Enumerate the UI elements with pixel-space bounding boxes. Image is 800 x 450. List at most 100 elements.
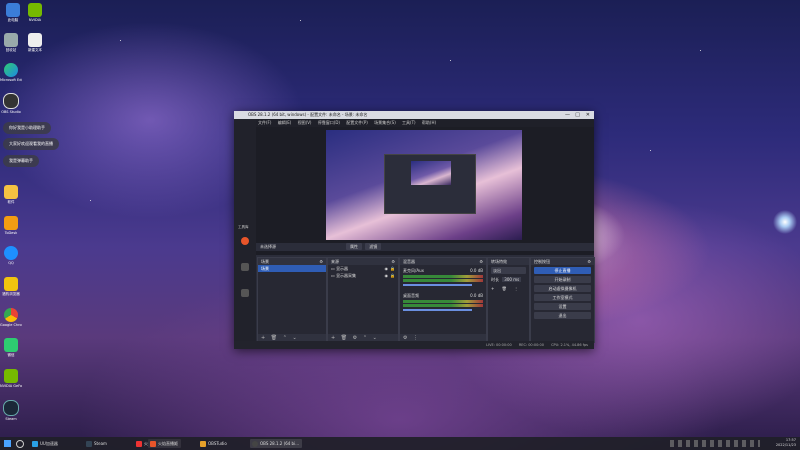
taskbar-item[interactable]: UU加速器 [30,439,61,448]
transitions-dock: 转场特效 淡出 时长 300 ms + 🗑 ⋮ [487,257,530,343]
mixer-title: 混音器 [403,259,415,264]
desktop-icon-chrome[interactable]: Google Chrome [0,308,22,327]
exit-button[interactable]: 退出 [534,312,591,319]
desktop-icon-wechat[interactable]: 微信 [0,338,22,358]
volume-meter [403,300,483,303]
source-item[interactable]: ▭ 显示器 ◉ 🔒 [328,265,398,272]
desktop-icon-browser[interactable]: 猎豹浏览器 [0,277,22,297]
steam-icon [86,440,92,447]
more-icon[interactable]: ⋮ [514,286,518,291]
dock-settings-icon[interactable]: ⚙ [319,258,323,265]
maximize-button[interactable]: □ [575,111,580,119]
nested-preview-canvas [411,161,451,185]
search-icon[interactable] [16,440,24,448]
filters-button[interactable]: 滤镜 [365,243,382,250]
mixer-channel: 麦克风/Aux 0.0 dB [400,265,486,286]
start-recording-button[interactable]: 开始录制 [534,276,591,283]
chat-bubble: 大家好欢迎观看我的直播 [3,138,59,150]
volume-meter [403,279,483,282]
close-button[interactable]: ✕ [586,111,590,119]
volume-slider[interactable] [403,309,472,311]
properties-button[interactable]: 属性 [346,243,362,250]
taskbar-item[interactable]: Steam [84,439,110,448]
controls-title: 控制按钮 [534,259,550,264]
source-label: 显示器采集 [336,273,357,278]
duration-input[interactable]: 300 ms [502,277,522,282]
lock-icon[interactable]: 🔒 [390,265,395,272]
taskbar-item[interactable]: 火焰直播姬 [148,439,181,448]
menu-docks[interactable]: 停靠窗口(D) [318,120,340,125]
source-item[interactable]: ▭ 显示器采集 ◉ 🔒 [328,272,398,279]
channel-db: 0.0 dB [470,293,483,298]
menu-bar: 文件(F) 编辑(E) 视图(V) 停靠窗口(D) 配置文件(P) 场景集合(S… [234,119,594,127]
controls-dock-header: 控制按钮 ⚙ [531,258,594,265]
scene-item[interactable]: 场景 [258,265,326,272]
visibility-icon[interactable]: ◉ [385,272,389,279]
taskbar-item[interactable]: OBS 28.1.2 (64 bi... [250,439,303,448]
taskbar-item[interactable]: OBSTudio [198,439,230,448]
desktop-icon-steam[interactable]: Steam [0,400,22,421]
window-titlebar[interactable]: OBS 28.1.2 (64 bit, windows) - 配置文件: 未命名… [234,111,594,119]
volume-meter [403,304,483,307]
taskbar-item-label: OBS 28.1.2 (64 bi... [260,441,300,446]
desktop-icon-edge[interactable]: Microsoft Edge [0,63,22,82]
minimize-button[interactable]: — [565,111,570,119]
app-icon [32,440,38,447]
app-icon [200,440,206,447]
volume-meter [403,275,483,278]
menu-scene-collection[interactable]: 场景集合(S) [374,120,396,125]
menu-file[interactable]: 文件(F) [258,120,271,125]
menu-view[interactable]: 视图(V) [298,120,312,125]
lock-icon[interactable]: 🔒 [390,272,395,279]
start-virtual-camera-button[interactable]: 启动虚拟摄像机 [534,285,591,292]
sources-title: 来源 [331,259,339,264]
preview-area[interactable] [256,127,594,255]
desktop-icon-this-pc[interactable]: 此电脑 [2,3,24,23]
obs-icon [3,93,19,109]
obs-window[interactable]: OBS 28.1.2 (64 bit, windows) - 配置文件: 未命名… [234,111,595,349]
sources-dock-header: 来源 ⚙ [328,258,398,265]
left-strip-label: 工具库 [238,225,249,229]
remove-icon[interactable]: 🗑 [502,286,507,291]
desktop-icon-nvidia-geforce[interactable]: NVIDIA GeForce [0,369,22,388]
chat-bubble: 你好我是小助理助手 [3,122,51,134]
channel-db: 0.0 dB [470,268,483,273]
steam-icon [3,400,19,416]
add-icon[interactable]: + [491,286,494,291]
wechat-icon [4,338,18,352]
taskbar-item-label: OBSTudio [208,441,227,446]
desktop-icon-obs[interactable]: OBS Studio [0,93,22,114]
source-label: 显示器 [336,266,349,271]
tray-icons[interactable] [670,440,760,447]
studio-mode-button[interactable]: 工作室模式 [534,294,591,301]
desktop-icon-todesk[interactable]: ToDesk [0,216,22,235]
program-preview[interactable] [326,130,522,240]
chrome-icon [4,308,18,322]
dock-settings-icon[interactable]: ⚙ [391,258,395,265]
taskbar-item-label: 火焰直播姬 [158,441,178,446]
no-source-selected-label: 未选择源 [260,244,276,249]
tool-icon[interactable] [241,289,249,297]
desktop-icon-recycle-bin[interactable]: 回收站 [0,33,22,53]
desktop-icon-software[interactable]: 软件 [0,185,22,205]
menu-tools[interactable]: 工具(T) [402,120,416,125]
sources-dock: 来源 ⚙ ▭ 显示器 ◉ 🔒 ▭ 显示器采集 ◉ 🔒 + 🗑 ⚙ ⌃ ⌄ [327,257,399,343]
menu-edit[interactable]: 编辑(E) [278,120,292,125]
desktop-icon-qq[interactable]: QQ [0,246,22,265]
live-icon[interactable] [241,237,249,245]
dock-settings-icon[interactable]: ⚙ [479,258,483,265]
desktop-icon-nvidia[interactable]: NVIDIA [24,3,46,22]
tool-icon[interactable] [241,263,249,271]
dock-settings-icon[interactable]: ⚙ [587,258,591,265]
menu-profile[interactable]: 配置文件(P) [346,120,368,125]
visibility-icon[interactable]: ◉ [385,265,389,272]
menu-help[interactable]: 帮助(H) [422,120,436,125]
stop-streaming-button[interactable]: 停止直播 [534,267,591,274]
settings-button[interactable]: 设置 [534,303,591,310]
app-icon [136,440,142,447]
transition-select[interactable]: 淡出 [491,267,526,274]
desktop-icon-textfile[interactable]: 新建文本 [24,33,46,53]
qq-icon [4,246,18,260]
start-button[interactable] [4,440,11,447]
clock[interactable]: 17:57 2022/11/23 [776,438,796,448]
